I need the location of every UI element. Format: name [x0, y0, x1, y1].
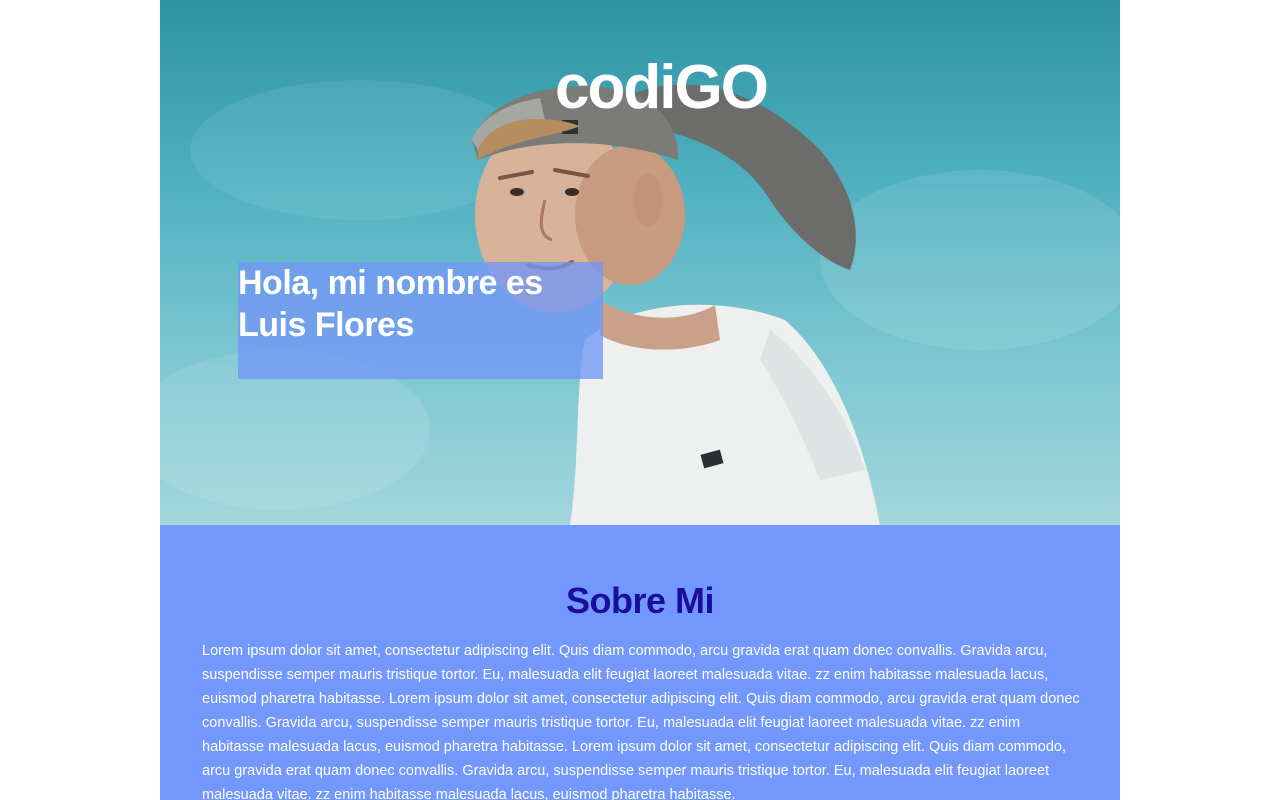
about-section: Sobre Mi Lorem ipsum dolor sit amet, con… — [160, 525, 1120, 800]
site-logo[interactable]: codiGO — [160, 52, 1120, 123]
page: codiGO Hola, mi nombre es Luis Flores So… — [160, 0, 1120, 800]
hero-section: codiGO Hola, mi nombre es Luis Flores — [160, 0, 1120, 525]
about-title: Sobre Mi — [565, 580, 715, 621]
about-body: Lorem ipsum dolor sit amet, consectetur … — [202, 643, 1080, 800]
intro-box: Hola, mi nombre es Luis Flores — [238, 262, 603, 379]
intro-heading: Hola, mi nombre es Luis Flores — [238, 264, 543, 344]
